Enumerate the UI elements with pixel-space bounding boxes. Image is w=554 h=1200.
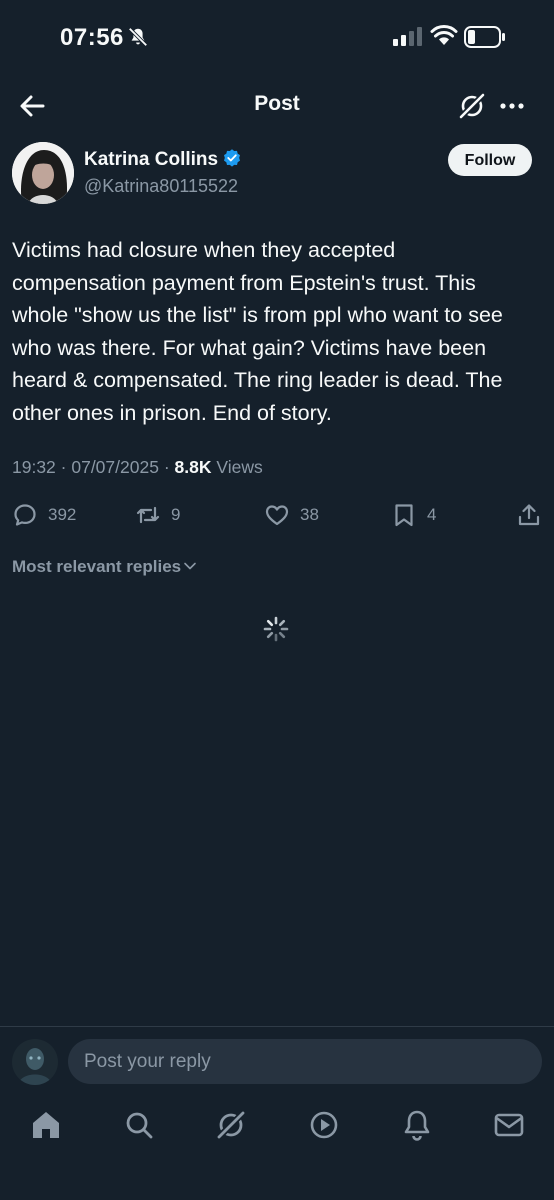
heart-icon (265, 505, 289, 526)
share-icon (518, 504, 540, 526)
replies-sort-label: Most relevant replies (12, 557, 182, 576)
repost-count: 9 (171, 505, 181, 524)
author-avatar[interactable] (12, 142, 74, 204)
post-author: Katrina Collins @Katrina80115522 Follow (0, 134, 554, 214)
like-button[interactable]: 38 (264, 500, 319, 530)
post-actions: 392 9 38 4 (0, 498, 554, 532)
reply-composer (0, 1026, 554, 1097)
battery-icon (464, 26, 505, 48)
loading-spinner-icon (263, 616, 289, 642)
notifications-icon[interactable] (399, 1107, 435, 1143)
grok-icon[interactable] (456, 90, 488, 122)
meta-separator: · (55, 457, 72, 477)
signal-icon (393, 27, 422, 46)
meta-separator: · (158, 457, 175, 477)
wifi-icon (430, 25, 458, 45)
bookmark-button[interactable]: 4 (391, 500, 436, 530)
messages-icon[interactable] (491, 1107, 527, 1143)
bottom-tab-bar (0, 1097, 554, 1200)
views-count[interactable]: 8.8K (175, 457, 212, 477)
bell-slash-icon (128, 27, 148, 47)
repost-button[interactable]: 9 (135, 500, 180, 530)
post-meta: 19:32 · 07/07/2025 · 8.8K Views (12, 457, 263, 478)
status-time: 07:56 (60, 24, 124, 51)
chevron-down-icon (184, 562, 196, 570)
views-label: Views (216, 457, 263, 477)
search-icon[interactable] (121, 1107, 157, 1143)
reply-input[interactable] (68, 1039, 542, 1084)
replies-sort-dropdown[interactable]: Most relevant replies (12, 557, 197, 577)
bookmark-icon (395, 504, 413, 527)
post-text: Victims had closure when they accepted c… (12, 238, 503, 425)
repost-icon (136, 506, 160, 524)
post-time: 19:32 (12, 457, 56, 477)
reply-icon (14, 504, 36, 526)
status-bar: 07:56 (0, 0, 554, 76)
like-count: 38 (300, 505, 319, 524)
author-name-text: Katrina Collins (84, 149, 219, 170)
follow-button[interactable]: Follow (448, 144, 532, 176)
author-handle[interactable]: @Katrina80115522 (84, 176, 238, 197)
post-header: Post (0, 76, 554, 134)
user-avatar[interactable] (12, 1039, 58, 1085)
video-icon[interactable] (306, 1107, 342, 1143)
post-date: 07/07/2025 (71, 457, 159, 477)
reply-count: 392 (48, 505, 77, 524)
author-name[interactable]: Katrina Collins (84, 148, 242, 171)
more-icon[interactable] (496, 90, 528, 122)
grok-icon[interactable] (213, 1107, 249, 1143)
home-icon[interactable] (28, 1107, 64, 1143)
bookmark-count: 4 (427, 505, 437, 524)
reply-button[interactable]: 392 (12, 500, 76, 530)
verified-badge-icon (224, 149, 241, 167)
share-button[interactable] (516, 500, 552, 530)
